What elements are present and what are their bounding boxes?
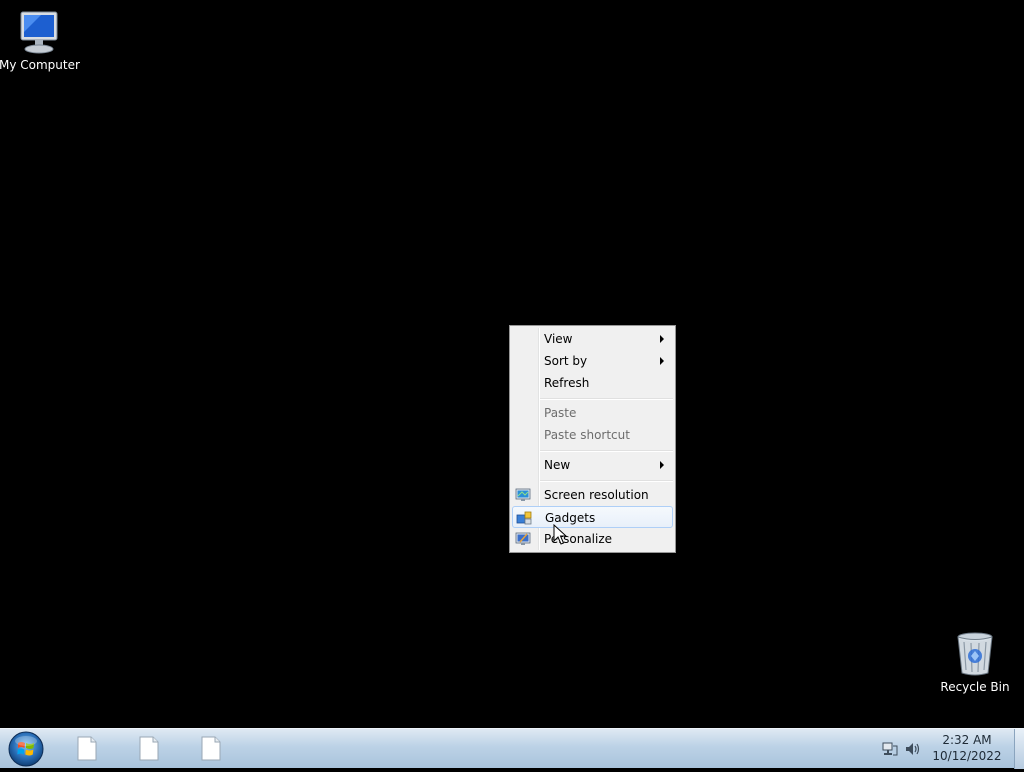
desktop-icon-my-computer[interactable]: My Computer: [0, 8, 80, 72]
menu-item-paste[interactable]: Paste: [512, 402, 673, 424]
taskbar-button[interactable]: [126, 733, 176, 765]
submenu-arrow-icon: [660, 461, 664, 469]
document-icon: [201, 736, 221, 761]
menu-item-label: Refresh: [544, 376, 590, 390]
desktop-icon-recycle-bin[interactable]: Recycle Bin: [935, 630, 1015, 694]
menu-item-view[interactable]: View: [512, 328, 673, 350]
desktop-icon-label: Recycle Bin: [940, 680, 1010, 694]
personalize-icon: [515, 532, 531, 545]
menu-item-label: Paste: [544, 406, 577, 420]
submenu-arrow-icon: [660, 335, 664, 343]
document-icon: [77, 736, 97, 761]
start-button[interactable]: [6, 730, 46, 768]
document-icon: [139, 736, 159, 761]
menu-item-paste-shortcut[interactable]: Paste shortcut: [512, 424, 673, 446]
menu-item-refresh[interactable]: Refresh: [512, 372, 673, 394]
computer-icon: [20, 11, 58, 54]
desktop[interactable]: My Computer Recycle Bin View Sort by Ref…: [0, 0, 1024, 728]
volume-icon[interactable]: [904, 741, 920, 757]
menu-item-label: Sort by: [544, 354, 588, 368]
clock[interactable]: 2:32 AM 10/12/2022: [926, 732, 1008, 764]
menu-item-label: Paste shortcut: [544, 428, 630, 442]
screen-resolution-icon: [515, 488, 531, 501]
notification-area: 2:32 AM 10/12/2022: [874, 729, 1024, 769]
clock-time: 2:32 AM: [942, 733, 992, 747]
taskbar-button[interactable]: [64, 733, 114, 765]
menu-separator: [540, 398, 673, 400]
gadgets-icon: [516, 511, 532, 525]
menu-item-label: New: [544, 458, 571, 472]
menu-item-new[interactable]: New: [512, 454, 673, 476]
menu-item-screen-resolution[interactable]: Screen resolution: [512, 484, 673, 506]
taskbar: 2:32 AM 10/12/2022: [0, 728, 1024, 769]
menu-item-label: View: [544, 332, 573, 346]
mouse-pointer-icon: [553, 524, 567, 545]
clock-date: 10/12/2022: [932, 749, 1002, 763]
desktop-context-menu: View Sort by Refresh Paste Paste shortcu…: [509, 325, 676, 553]
network-icon[interactable]: [882, 741, 898, 757]
menu-item-personalize[interactable]: Personalize: [512, 528, 673, 550]
menu-item-gadgets[interactable]: Gadgets: [512, 506, 673, 528]
submenu-arrow-icon: [660, 357, 664, 365]
menu-separator: [540, 480, 673, 482]
recycle-bin-icon: [957, 632, 993, 676]
show-desktop-button[interactable]: [1014, 729, 1024, 769]
taskbar-button[interactable]: [188, 733, 238, 765]
menu-item-sort-by[interactable]: Sort by: [512, 350, 673, 372]
windows-start-orb-icon: [8, 731, 44, 767]
menu-item-label: Screen resolution: [544, 488, 649, 502]
menu-separator: [540, 450, 673, 452]
desktop-icon-label: My Computer: [0, 58, 80, 72]
